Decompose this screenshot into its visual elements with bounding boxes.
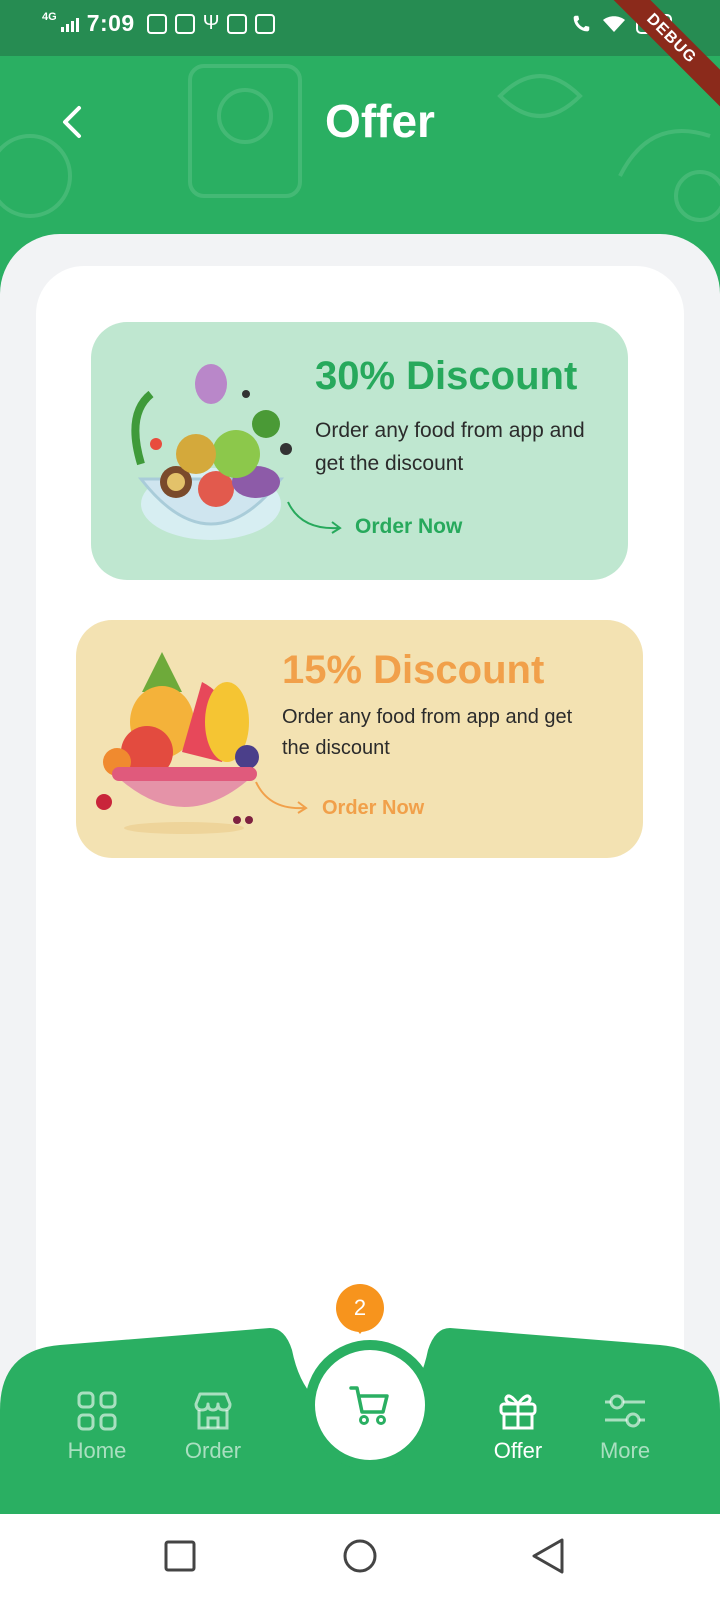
notification-app-icon (174, 13, 195, 34)
nav-label: Offer (493, 1438, 543, 1463)
clock: 7:09 (86, 10, 135, 36)
system-navigation-bar (0, 1514, 720, 1600)
offer-card-30[interactable]: 30% Discount Order any food from app and… (91, 322, 628, 580)
notification-mic-icon (255, 13, 276, 34)
back-system-button[interactable] (530, 1537, 566, 1575)
sliders-icon (605, 1394, 645, 1428)
wifi-call-icon (573, 15, 590, 32)
nav-label: Home (67, 1438, 127, 1463)
offer-description: Order any food from app and get the disc… (282, 706, 573, 759)
cart-count-badge: 2 (336, 1284, 384, 1334)
salad-bowl-illustration (131, 364, 292, 540)
status-bar: 4G 7:09 Ψ 100 DEBUG (0, 0, 720, 116)
grid-icon (77, 1391, 117, 1431)
nav-item-home[interactable]: Home (42, 1390, 152, 1464)
store-icon (194, 1392, 232, 1430)
usb-icon: Ψ (202, 12, 220, 34)
offer-card-15[interactable]: 15% Discount Order any food from app and… (76, 620, 643, 858)
signal-icon (60, 16, 79, 32)
app-header: Offer (0, 56, 720, 236)
nav-item-order[interactable]: Order (158, 1390, 268, 1464)
nav-label: More (599, 1438, 651, 1463)
order-now-link[interactable]: Order Now (355, 515, 462, 539)
arrow-decoration (287, 501, 342, 534)
fruit-bowl-illustration (96, 652, 259, 834)
network-type: 4G (42, 11, 57, 23)
page-title: Offer (325, 95, 435, 147)
offer-title: 15% Discount (282, 648, 545, 692)
notification-check-icon (146, 13, 167, 34)
nav-label: Order (184, 1438, 242, 1463)
cart-button[interactable] (305, 1340, 435, 1470)
offer-description: Order any food from app and get the disc… (315, 419, 585, 475)
order-now-link[interactable]: Order Now (322, 797, 424, 820)
nav-item-more[interactable]: More (570, 1390, 680, 1464)
cart-icon (349, 1386, 389, 1425)
nav-item-offer[interactable]: Offer (463, 1390, 573, 1464)
arrow-decoration (255, 781, 308, 814)
wifi-icon (603, 16, 625, 32)
notification-mail-icon (227, 13, 248, 34)
home-button[interactable] (341, 1537, 379, 1575)
recents-button[interactable] (162, 1538, 198, 1574)
offer-title: 30% Discount (315, 354, 578, 398)
gift-icon (499, 1394, 537, 1430)
